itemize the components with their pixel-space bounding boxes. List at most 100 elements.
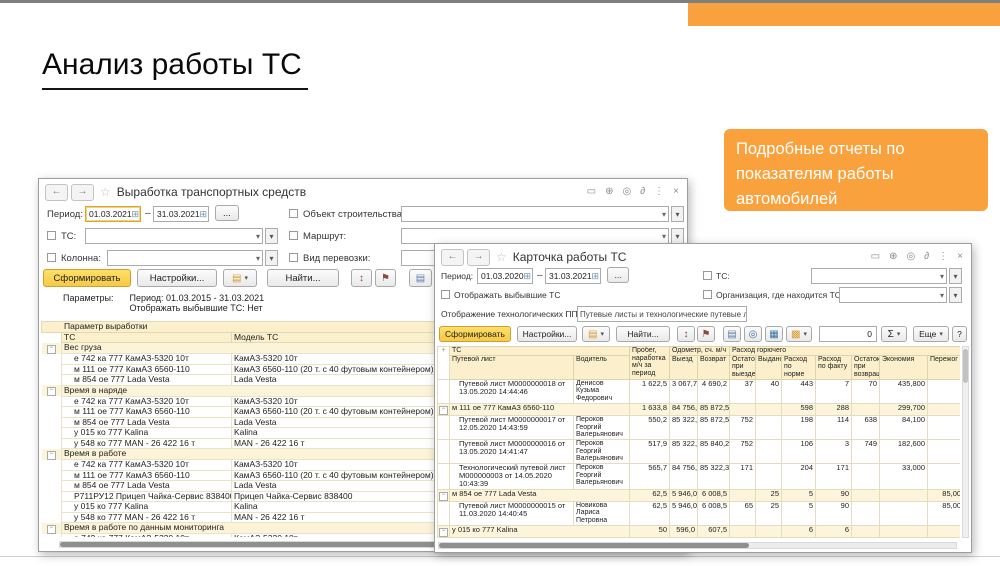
object-checkbox[interactable] [289,209,298,218]
report-variant-button[interactable]: ▤▾ [582,326,610,342]
search-icon[interactable]: ◎ [622,185,631,199]
kolonna-checkbox[interactable] [47,253,56,262]
more-button[interactable]: Еще▾ [913,326,949,342]
period-options-button[interactable]: ... [215,205,239,221]
report-variant-button[interactable]: ▤▾ [223,269,257,287]
kind-checkbox[interactable] [289,253,298,262]
forward-button[interactable]: → [71,184,94,201]
pp-combo[interactable]: Путевые листы и технологические путевые … [577,306,747,322]
object-list-button[interactable]: ▾ [671,206,684,222]
collapse-icon[interactable]: − [438,489,450,501]
object-combo[interactable]: ▾ [401,206,669,222]
route-combo[interactable]: ▾ [401,228,669,244]
header-ost-vozvr[interactable]: Остаток при возвращении [852,355,880,379]
settings-button[interactable]: Настройки... [137,269,217,287]
link-icon[interactable]: ∂ [924,250,929,264]
find-button[interactable]: Найти... [267,269,339,287]
monitor-icon[interactable]: ▭ [871,250,880,264]
back-button[interactable]: ← [441,249,464,266]
period-from-input[interactable]: 01.03.2021 ⊞ [85,206,141,222]
print-button[interactable]: ▤ [409,269,432,287]
sum-button[interactable]: Σ▾ [881,326,907,342]
find-button[interactable]: Найти... [616,326,670,342]
header-doc[interactable]: Путевой лист [450,355,574,379]
table-row[interactable]: Технологический путевой лист М000000003 … [438,463,961,489]
table-row[interactable]: −м 111 ое 777 КамАЗ 6560-1101 633,884 75… [438,403,961,415]
collapse-icon[interactable]: − [438,403,450,415]
header-fuel[interactable]: Расход горючего [730,347,961,356]
collapse-icon[interactable]: − [42,523,62,534]
tc-checkbox[interactable] [703,271,712,280]
tc-list-button[interactable]: ▾ [949,268,962,284]
generate-button[interactable]: Сформировать [43,269,131,287]
close-icon[interactable]: × [673,185,679,199]
forward-button[interactable]: → [467,249,490,266]
table-row[interactable]: Путевой лист С0000000001 от 21.03.2020 1… [438,537,961,538]
favorite-star-icon[interactable]: ☆ [100,185,111,199]
generate-button[interactable]: Сформировать [439,326,511,342]
link-icon[interactable]: ∂ [640,185,645,199]
period-to-input[interactable]: 31.03.2021 ⊞ [153,206,209,222]
favorite-star-icon[interactable]: ☆ [496,250,507,264]
globe-icon[interactable]: ⊕ [605,185,613,199]
calendar-icon[interactable]: ⊞ [524,271,532,282]
kolonna-combo[interactable]: ▾ [107,250,263,266]
header-vyezd[interactable]: Выезд [670,355,698,379]
count-field[interactable]: 0 [819,326,877,342]
period-from-input[interactable]: 01.03.2020 ⊞ [477,268,533,284]
header-driver[interactable]: Водитель [574,355,630,379]
preview-button[interactable]: ◎ [744,326,762,342]
tc-combo[interactable]: ▾ [811,268,947,284]
table-row[interactable]: Путевой лист М0000000018 от 13.05.2020 1… [438,379,961,403]
horizontal-scrollbar[interactable] [438,542,957,549]
header-tc[interactable]: ТС [450,347,630,356]
show-retired-checkbox[interactable] [441,290,450,299]
collapse-icon[interactable]: − [42,343,62,354]
route-checkbox[interactable] [289,231,298,240]
expand-groups-button[interactable]: ↕ [677,326,695,342]
period-options-button[interactable]: ... [607,267,629,283]
kebab-icon[interactable]: ⋮ [654,185,664,199]
header-odometr[interactable]: Одометр, сч. м/ч [670,347,730,356]
kebab-icon[interactable]: ⋮ [938,250,948,264]
header-ekonomia[interactable]: Экономия [880,355,928,379]
save-button[interactable]: ▦ [765,326,783,342]
header-vozvrat[interactable]: Возврат [698,355,730,379]
globe-icon[interactable]: ⊕ [889,250,897,264]
tc-combo[interactable]: ▾ [85,228,263,244]
help-button[interactable]: ? [952,326,967,342]
back-button[interactable]: ← [45,184,68,201]
kolonna-list-button[interactable]: ▾ [265,250,278,266]
calendar-icon[interactable]: ⊞ [592,271,600,282]
org-list-button[interactable]: ▾ [949,287,962,303]
table-row[interactable]: −у 015 ко 777 Kalina50596,0607,566 [438,525,961,537]
export-button[interactable]: ▩▾ [786,326,812,342]
header-perezhog[interactable]: Пережог [928,355,961,379]
table-row[interactable]: −м 854 ое 777 Lada Vesta62,55 946,06 008… [438,489,961,501]
org-combo[interactable]: ▾ [839,287,947,303]
gutter-header[interactable]: + [438,347,450,380]
collapse-groups-button[interactable]: ⚑ [375,269,396,287]
header-norma[interactable]: Расход по норме [782,355,816,379]
calendar-icon[interactable]: ⊞ [132,209,140,220]
scrollbar-thumb[interactable] [439,543,749,548]
org-checkbox[interactable] [703,290,712,299]
header-vydano[interactable]: Выдано [756,355,782,379]
route-list-button[interactable]: ▾ [671,228,684,244]
table-row[interactable]: Путевой лист М0000000015 от 11.03.2020 1… [438,501,961,525]
period-to-input[interactable]: 31.03.2021 ⊞ [545,268,601,284]
tc-list-button[interactable]: ▾ [265,228,278,244]
expand-groups-button[interactable]: ↕ [351,269,372,287]
monitor-icon[interactable]: ▭ [587,185,596,199]
table-row[interactable]: Путевой лист М0000000016 от 13.05.2020 1… [438,439,961,463]
collapse-icon[interactable]: − [42,385,62,396]
print-button[interactable]: ▤ [723,326,741,342]
calendar-icon[interactable]: ⊞ [200,209,208,220]
header-probeg[interactable]: Пробег, наработка м/ч за период [630,347,670,380]
collapse-icon[interactable]: − [438,525,450,537]
close-icon[interactable]: × [957,250,963,264]
header-fakt[interactable]: Расход по факту [816,355,852,379]
collapse-icon[interactable]: − [42,449,62,460]
vertical-scrollbar[interactable] [962,346,969,538]
collapse-groups-button[interactable]: ⚑ [697,326,715,342]
